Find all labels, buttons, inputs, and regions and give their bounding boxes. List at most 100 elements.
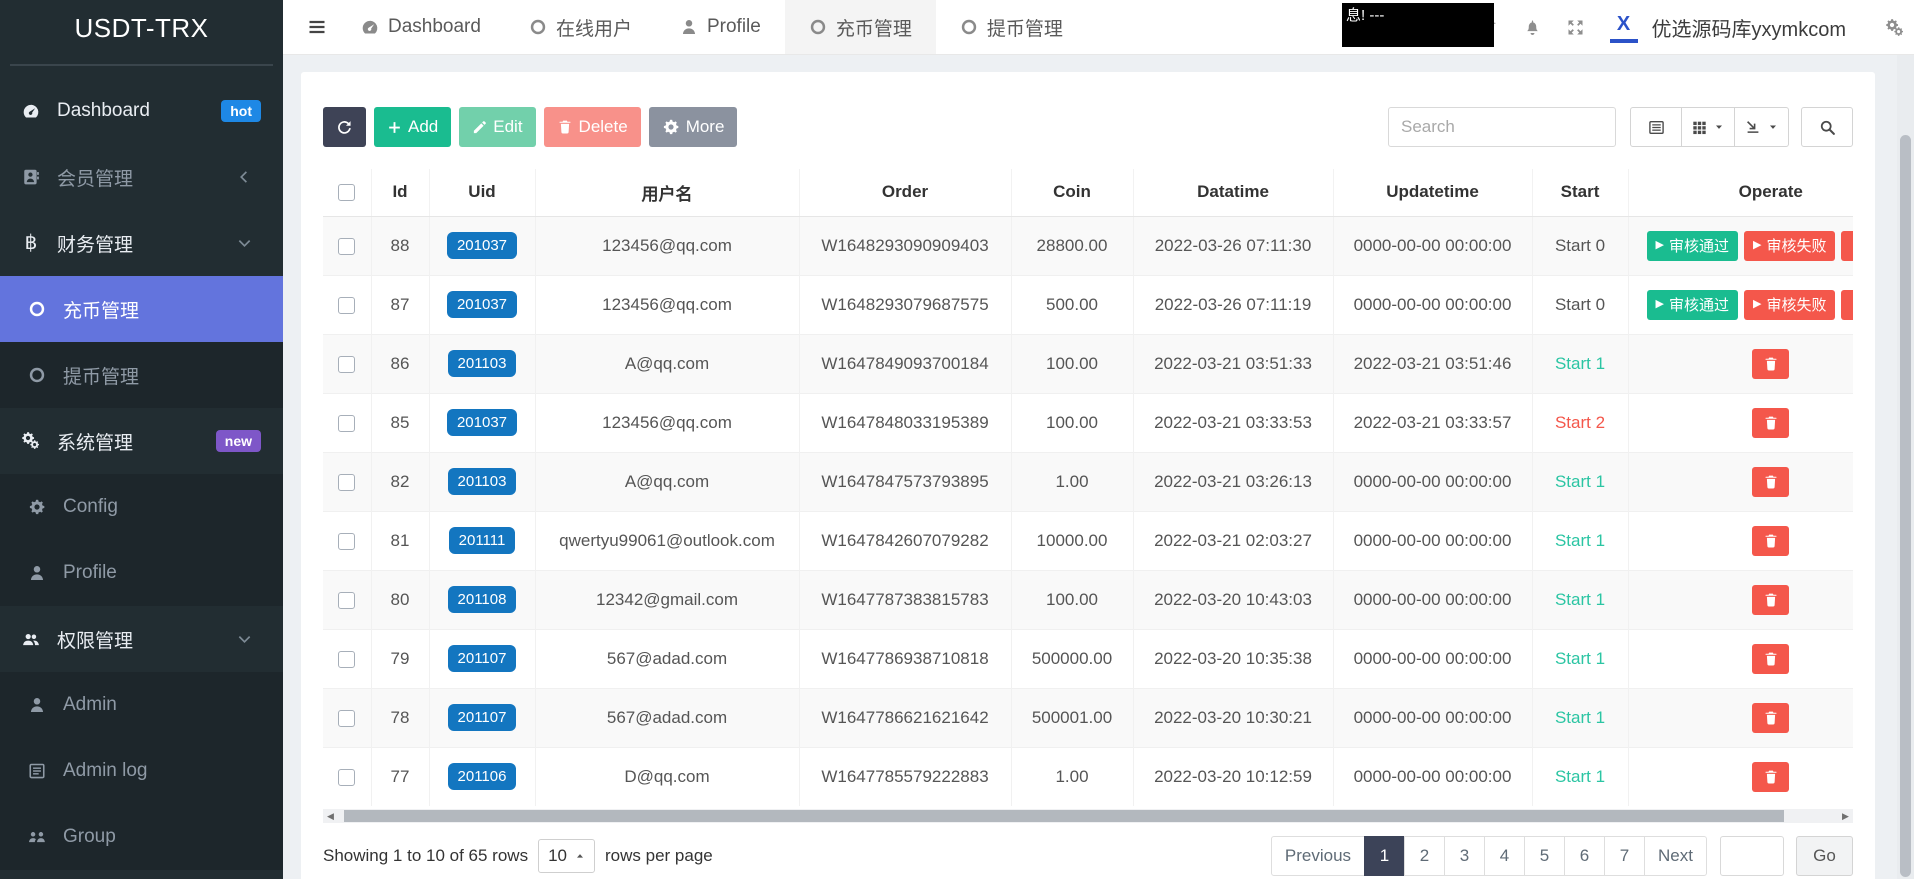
- row-checkbox[interactable]: [338, 710, 355, 727]
- uid-badge[interactable]: 201037: [447, 232, 517, 259]
- scroll-right-arrow[interactable]: ▶: [1838, 809, 1853, 823]
- delete-row-button[interactable]: [1841, 231, 1853, 261]
- vertical-scrollbar[interactable]: [1897, 55, 1914, 879]
- table-row[interactable]: 86201103A@qq.comW1647849093700184100.002…: [323, 334, 1853, 393]
- site-logo[interactable]: X: [1610, 13, 1638, 43]
- page-number-4[interactable]: 4: [1484, 836, 1525, 876]
- row-checkbox[interactable]: [338, 592, 355, 609]
- uid-badge[interactable]: 201111: [449, 527, 516, 554]
- page-next[interactable]: Next: [1644, 836, 1707, 876]
- delete-row-button[interactable]: [1841, 290, 1853, 320]
- brand-title[interactable]: USDT-TRX: [0, 0, 283, 56]
- table-row[interactable]: 79201107567@adad.comW1647786938710818500…: [323, 629, 1853, 688]
- table-row[interactable]: 81201111qwertyu99061@outlook.comW1647842…: [323, 511, 1853, 570]
- tab-在线用户[interactable]: 在线用户: [505, 0, 656, 54]
- row-checkbox[interactable]: [338, 533, 355, 550]
- approve-button[interactable]: ▶审核通过: [1647, 290, 1738, 320]
- sidebar-item-config[interactable]: Config: [0, 474, 283, 540]
- delete-row-button[interactable]: [1752, 526, 1789, 556]
- uid-badge[interactable]: 201107: [448, 704, 517, 731]
- sidebar-item-系统管理[interactable]: 系统管理new: [0, 408, 283, 474]
- page-number-1[interactable]: 1: [1364, 836, 1405, 876]
- delete-button[interactable]: Delete: [544, 107, 641, 147]
- scrollbar-track[interactable]: [338, 809, 1838, 823]
- table-row[interactable]: 85201037123456@qq.comW164784803319538910…: [323, 393, 1853, 452]
- tab-提币管理[interactable]: 提币管理: [936, 0, 1087, 54]
- delete-row-button[interactable]: [1752, 762, 1789, 792]
- horizontal-scrollbar[interactable]: ◀ ▶: [323, 809, 1853, 823]
- page-number-6[interactable]: 6: [1564, 836, 1605, 876]
- page-previous[interactable]: Previous: [1271, 836, 1365, 876]
- row-checkbox[interactable]: [338, 297, 355, 314]
- sidebar-item-会员管理[interactable]: 会员管理: [0, 144, 283, 210]
- sidebar-item-admin[interactable]: Admin: [0, 672, 283, 738]
- sidebar-item-dashboard[interactable]: Dashboardhot: [0, 78, 283, 144]
- table-row[interactable]: 88201037123456@qq.comW164829309090940328…: [323, 216, 1853, 275]
- uid-badge[interactable]: 201037: [447, 291, 517, 318]
- page-number-3[interactable]: 3: [1444, 836, 1485, 876]
- page-number-5[interactable]: 5: [1524, 836, 1565, 876]
- sidebar-item-权限管理[interactable]: 权限管理: [0, 606, 283, 672]
- bell-icon[interactable]: [1524, 19, 1541, 36]
- expand-icon[interactable]: [1567, 19, 1584, 36]
- row-checkbox[interactable]: [338, 651, 355, 668]
- more-button[interactable]: More: [649, 107, 738, 147]
- user-icon: [24, 564, 50, 582]
- table-row[interactable]: 78201107567@adad.comW1647786621621642500…: [323, 688, 1853, 747]
- page-jump-input[interactable]: [1720, 836, 1784, 876]
- uid-badge[interactable]: 201037: [447, 409, 517, 436]
- sidebar-item-group[interactable]: Group: [0, 804, 283, 870]
- uid-badge[interactable]: 201107: [448, 645, 517, 672]
- scroll-left-arrow[interactable]: ◀: [323, 809, 338, 823]
- tab-dashboard[interactable]: Dashboard: [337, 0, 505, 54]
- sidebar-item-提币管理[interactable]: 提币管理: [0, 342, 283, 408]
- tab-profile[interactable]: Profile: [656, 0, 785, 54]
- sidebar-item-label: 会员管理: [57, 164, 133, 191]
- row-checkbox[interactable]: [338, 238, 355, 255]
- row-checkbox[interactable]: [338, 356, 355, 373]
- delete-row-button[interactable]: [1752, 408, 1789, 438]
- uid-badge[interactable]: 201108: [448, 586, 517, 613]
- delete-row-button[interactable]: [1752, 644, 1789, 674]
- refresh-button[interactable]: [323, 107, 366, 147]
- sidebar-item-财务管理[interactable]: ฿财务管理: [0, 210, 283, 276]
- vertical-scrollbar-thumb[interactable]: [1900, 135, 1911, 877]
- sidebar-item-充币管理[interactable]: 充币管理: [0, 276, 283, 342]
- table-row[interactable]: 82201103A@qq.comW16478475737938951.00202…: [323, 452, 1853, 511]
- row-checkbox[interactable]: [338, 415, 355, 432]
- sidebar-item-profile[interactable]: Profile: [0, 540, 283, 606]
- hamburger-menu-icon[interactable]: [307, 17, 327, 37]
- search-input[interactable]: [1388, 107, 1616, 147]
- table-row[interactable]: 87201037123456@qq.comW164829307968757550…: [323, 275, 1853, 334]
- edit-button[interactable]: Edit: [459, 107, 535, 147]
- sidebar-item-admin-log[interactable]: Admin log: [0, 738, 283, 804]
- site-name[interactable]: 优选源码库yxymkcom: [1652, 13, 1846, 42]
- select-all-checkbox[interactable]: [338, 184, 355, 201]
- export-button[interactable]: [1734, 107, 1789, 147]
- row-checkbox[interactable]: [338, 769, 355, 786]
- scrollbar-thumb[interactable]: [344, 810, 1784, 822]
- page-number-2[interactable]: 2: [1404, 836, 1445, 876]
- uid-badge[interactable]: 201106: [448, 763, 517, 790]
- reject-button[interactable]: ▶审核失败: [1744, 290, 1835, 320]
- delete-row-button[interactable]: [1752, 349, 1789, 379]
- approve-button[interactable]: ▶审核通过: [1647, 231, 1738, 261]
- page-size-select[interactable]: 10: [538, 839, 595, 873]
- gears-icon[interactable]: [1886, 19, 1904, 37]
- page-go-button[interactable]: Go: [1796, 836, 1853, 876]
- table-row[interactable]: 77201106D@qq.comW16477855792228831.00202…: [323, 747, 1853, 806]
- reject-button[interactable]: ▶审核失败: [1744, 231, 1835, 261]
- delete-row-button[interactable]: [1752, 703, 1789, 733]
- page-number-7[interactable]: 7: [1604, 836, 1645, 876]
- add-button[interactable]: Add: [374, 107, 451, 147]
- row-checkbox[interactable]: [338, 474, 355, 491]
- tab-充币管理[interactable]: 充币管理: [785, 0, 936, 54]
- advanced-search-button[interactable]: [1801, 107, 1853, 147]
- delete-row-button[interactable]: [1752, 467, 1789, 497]
- toggle-view-button[interactable]: [1630, 107, 1682, 147]
- uid-badge[interactable]: 201103: [448, 350, 517, 377]
- table-row[interactable]: 8020110812342@gmail.comW1647787383815783…: [323, 570, 1853, 629]
- delete-row-button[interactable]: [1752, 585, 1789, 615]
- columns-button[interactable]: [1681, 107, 1735, 147]
- uid-badge[interactable]: 201103: [448, 468, 517, 495]
